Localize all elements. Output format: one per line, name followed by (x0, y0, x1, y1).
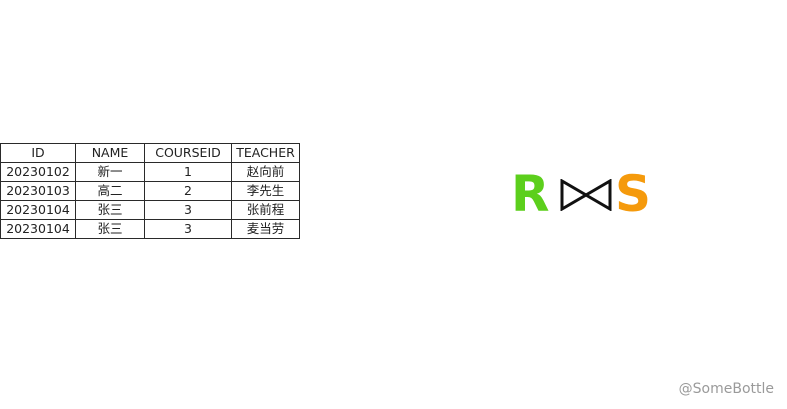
author-watermark: @SomeBottle (678, 381, 774, 397)
column-header-name: NAME (75, 143, 145, 163)
joined-result-table: ID NAME COURSEID TEACHER 20230102 新一 1 赵… (0, 143, 300, 239)
cell-teacher: 麦当劳 (231, 219, 300, 239)
natural-join-icon (560, 179, 612, 211)
cell-name: 张三 (75, 219, 145, 239)
join-bowtie-shape (560, 179, 612, 211)
cell-id: 20230104 (0, 219, 76, 239)
relation-s-label: S (615, 165, 652, 223)
joined-table-container: ID NAME COURSEID TEACHER 20230102 新一 1 赵… (0, 143, 300, 239)
table-row: 20230104 张三 3 张前程 (0, 200, 300, 220)
cell-courseid: 1 (144, 162, 232, 182)
column-header-courseid: COURSEID (144, 143, 232, 163)
table-row: 20230104 张三 3 麦当劳 (0, 219, 300, 239)
cell-id: 20230103 (0, 181, 76, 201)
cell-courseid: 3 (144, 219, 232, 239)
column-header-teacher: TEACHER (231, 143, 300, 163)
relation-r-label: R (511, 165, 550, 223)
table-row: 20230103 高二 2 李先生 (0, 181, 300, 201)
cell-courseid: 3 (144, 200, 232, 220)
cell-teacher: 张前程 (231, 200, 300, 220)
table-row: 20230102 新一 1 赵向前 (0, 162, 300, 182)
cell-id: 20230104 (0, 200, 76, 220)
cell-teacher: 赵向前 (231, 162, 300, 182)
column-header-id: ID (0, 143, 76, 163)
cell-name: 新一 (75, 162, 145, 182)
cell-id: 20230102 (0, 162, 76, 182)
table-header-row: ID NAME COURSEID TEACHER (0, 143, 300, 163)
cell-name: 张三 (75, 200, 145, 220)
natural-join-expression: R S (508, 164, 654, 224)
cell-courseid: 2 (144, 181, 232, 201)
cell-teacher: 李先生 (231, 181, 300, 201)
cell-name: 高二 (75, 181, 145, 201)
